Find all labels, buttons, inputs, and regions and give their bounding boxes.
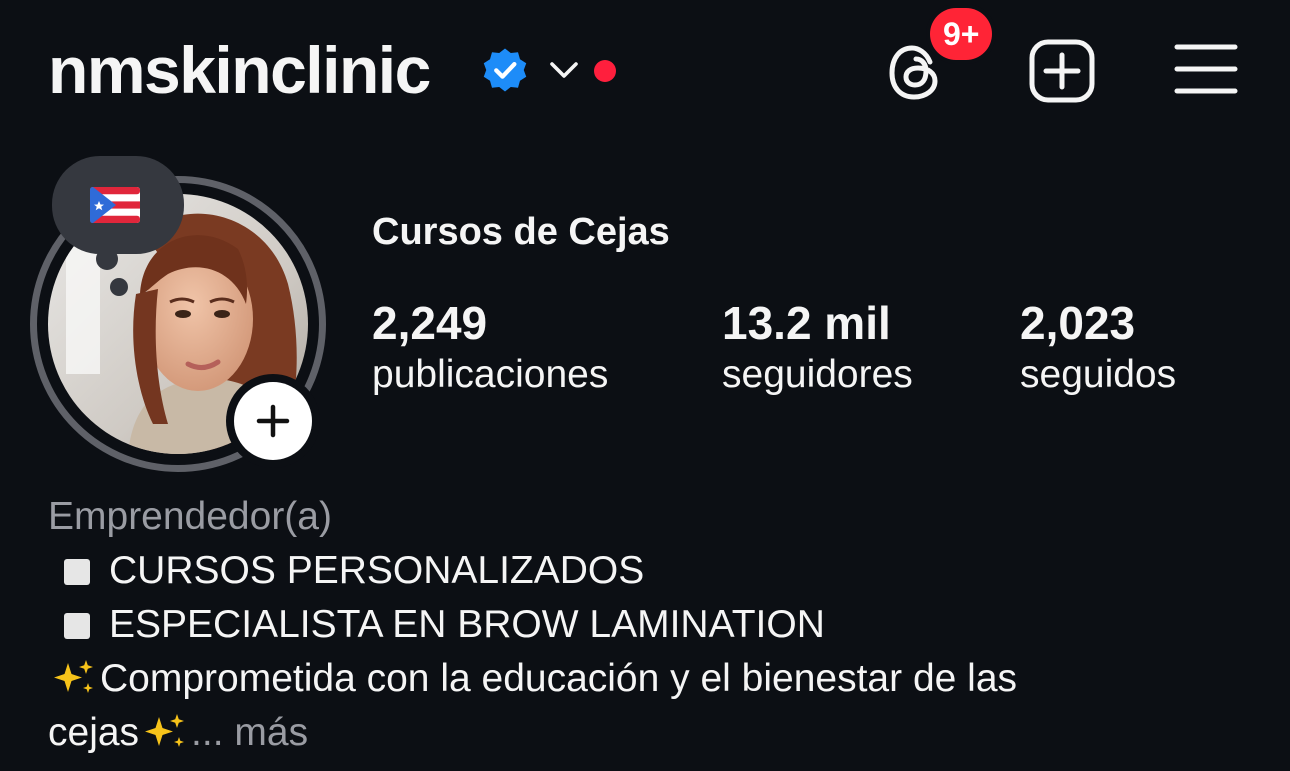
posts-count-label: publicaciones xyxy=(372,353,609,396)
white-square-icon xyxy=(64,613,90,639)
create-post-icon[interactable] xyxy=(1028,38,1096,104)
followers-count-label: seguidores xyxy=(722,353,913,396)
add-story-button[interactable] xyxy=(234,382,312,460)
menu-icon[interactable] xyxy=(1174,42,1238,96)
note-bubble-tail-small xyxy=(110,278,128,296)
bio-line-courses-text: CURSOS PERSONALIZADOS xyxy=(109,549,645,592)
instagram-profile-screen: nmskinclinic 9+ Cursos de Cejas 2,249 pu… xyxy=(0,0,1290,771)
posts-count-value: 2,249 xyxy=(372,297,488,349)
bio-line-specialist: ESPECIALISTA EN BROW LAMINATION xyxy=(48,598,1017,652)
bio-line-last: cejas ... más xyxy=(48,706,1017,760)
following-count-label: seguidos xyxy=(1020,353,1177,396)
following-count[interactable]: 2,023 seguidos xyxy=(1020,296,1176,400)
profile-category: Emprendedor(a) xyxy=(48,495,332,538)
puerto-rico-flag-icon xyxy=(90,187,140,223)
account-switcher-chevron-icon[interactable] xyxy=(547,55,581,85)
following-count-value: 2,023 xyxy=(1020,297,1136,349)
bio-ellipsis: ... xyxy=(191,711,224,754)
profile-username[interactable]: nmskinclinic xyxy=(48,30,431,110)
bio-more-link[interactable]: más xyxy=(234,711,308,754)
followers-count[interactable]: 13.2 mil seguidores xyxy=(722,296,913,400)
posts-count[interactable]: 2,249 publicaciones xyxy=(372,296,608,400)
bio-line-specialist-text: ESPECIALISTA EN BROW LAMINATION xyxy=(109,603,825,646)
bio-line-commitment-text: Comprometida con la educación y el biene… xyxy=(100,657,1018,700)
white-square-icon xyxy=(64,559,90,585)
profile-bio: Emprendedor(a) CURSOS PERSONALIZADOS ESP… xyxy=(48,490,1017,760)
notification-count-badge: 9+ xyxy=(930,8,993,60)
bio-line-last-text: cejas xyxy=(48,711,140,754)
bio-line-commitment: Comprometida con la educación y el biene… xyxy=(48,652,1017,706)
verified-badge-icon xyxy=(483,48,527,92)
profile-display-name: Cursos de Cejas xyxy=(372,211,670,253)
unread-dot xyxy=(594,60,616,82)
sparkles-icon xyxy=(54,660,93,693)
plus-icon xyxy=(256,404,290,438)
followers-count-value: 13.2 mil xyxy=(722,297,891,349)
bio-line-courses: CURSOS PERSONALIZADOS xyxy=(48,544,1017,598)
sparkles-icon xyxy=(145,714,185,747)
